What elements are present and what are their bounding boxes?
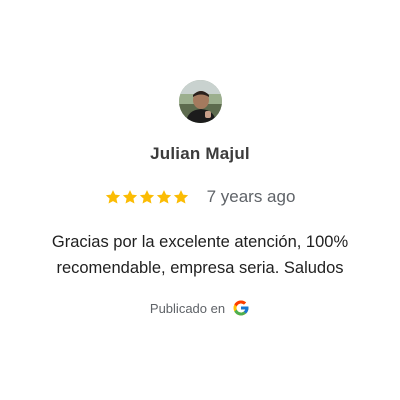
rating-row: 7 years ago: [0, 186, 400, 208]
star-rating: [105, 189, 189, 205]
avatar-photo: [179, 80, 222, 123]
star-icon: [105, 190, 120, 204]
review-source[interactable]: Publicado en: [0, 298, 400, 318]
star-icon: [122, 190, 137, 204]
review-text: Gracias por la excelente atención, 100% …: [51, 233, 349, 277]
review-time: 7 years ago: [206, 187, 296, 206]
star-icon: [156, 190, 171, 204]
source-label: Publicado en: [149, 300, 226, 316]
google-icon[interactable]: [232, 299, 250, 317]
review-card: Julian Majul 7 years ago Gracias por la …: [0, 0, 400, 400]
reviewer-name[interactable]: Julian Majul: [0, 144, 400, 164]
star-icon: [173, 190, 188, 204]
star-icon: [139, 190, 154, 204]
avatar[interactable]: [179, 80, 222, 123]
